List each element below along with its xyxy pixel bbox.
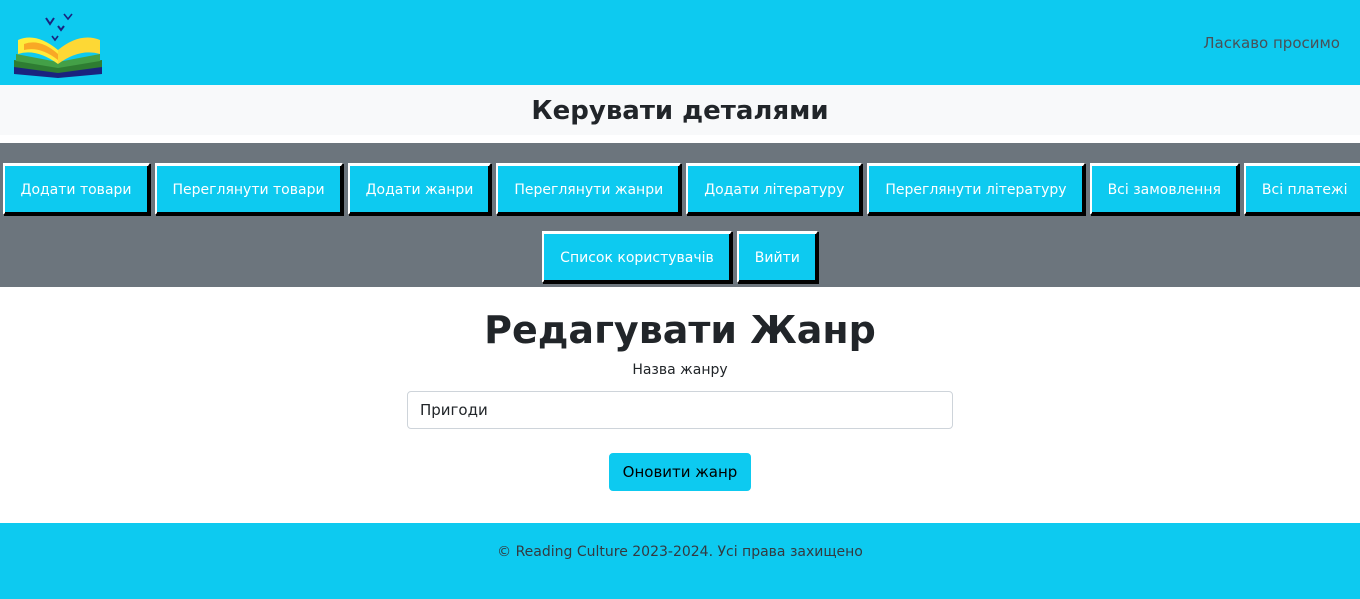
admin-navigation: Додати товари Переглянути товари Додати … (0, 143, 1360, 287)
add-literature-button[interactable]: Додати літературу (686, 163, 863, 215)
users-list-button[interactable]: Список користувачів (542, 231, 732, 283)
view-literature-button[interactable]: Переглянути літературу (867, 163, 1085, 215)
welcome-text: Ласкаво просимо (1203, 34, 1340, 52)
manage-title: Керувати деталями (531, 96, 829, 126)
admin-nav-row-2: Список користувачів Вийти (0, 231, 1360, 283)
page-title: Редагувати Жанр (484, 308, 876, 352)
open-book-logo-icon[interactable] (10, 10, 108, 78)
view-genres-button[interactable]: Переглянути жанри (496, 163, 682, 215)
update-genre-button[interactable]: Оновити жанр (609, 453, 751, 491)
admin-nav-row-1: Додати товари Переглянути товари Додати … (0, 163, 1360, 215)
all-orders-button[interactable]: Всі замовлення (1089, 163, 1239, 215)
genre-name-label: Назва жанру (632, 362, 728, 378)
top-header: Ласкаво просимо (0, 0, 1360, 85)
edit-genre-form: Редагувати Жанр Назва жанру Оновити жанр (0, 287, 1360, 523)
logout-button[interactable]: Вийти (736, 231, 818, 283)
view-products-button[interactable]: Переглянути товари (154, 163, 343, 215)
all-payments-button[interactable]: Всі платежі (1243, 163, 1360, 215)
manage-section-header: Керувати деталями (0, 85, 1360, 135)
copyright-text: © Reading Culture 2023-2024. Усі права з… (497, 544, 863, 560)
add-products-button[interactable]: Додати товари (2, 163, 150, 215)
genre-name-input[interactable] (407, 391, 953, 429)
add-genres-button[interactable]: Додати жанри (347, 163, 492, 215)
footer: © Reading Culture 2023-2024. Усі права з… (0, 523, 1360, 599)
